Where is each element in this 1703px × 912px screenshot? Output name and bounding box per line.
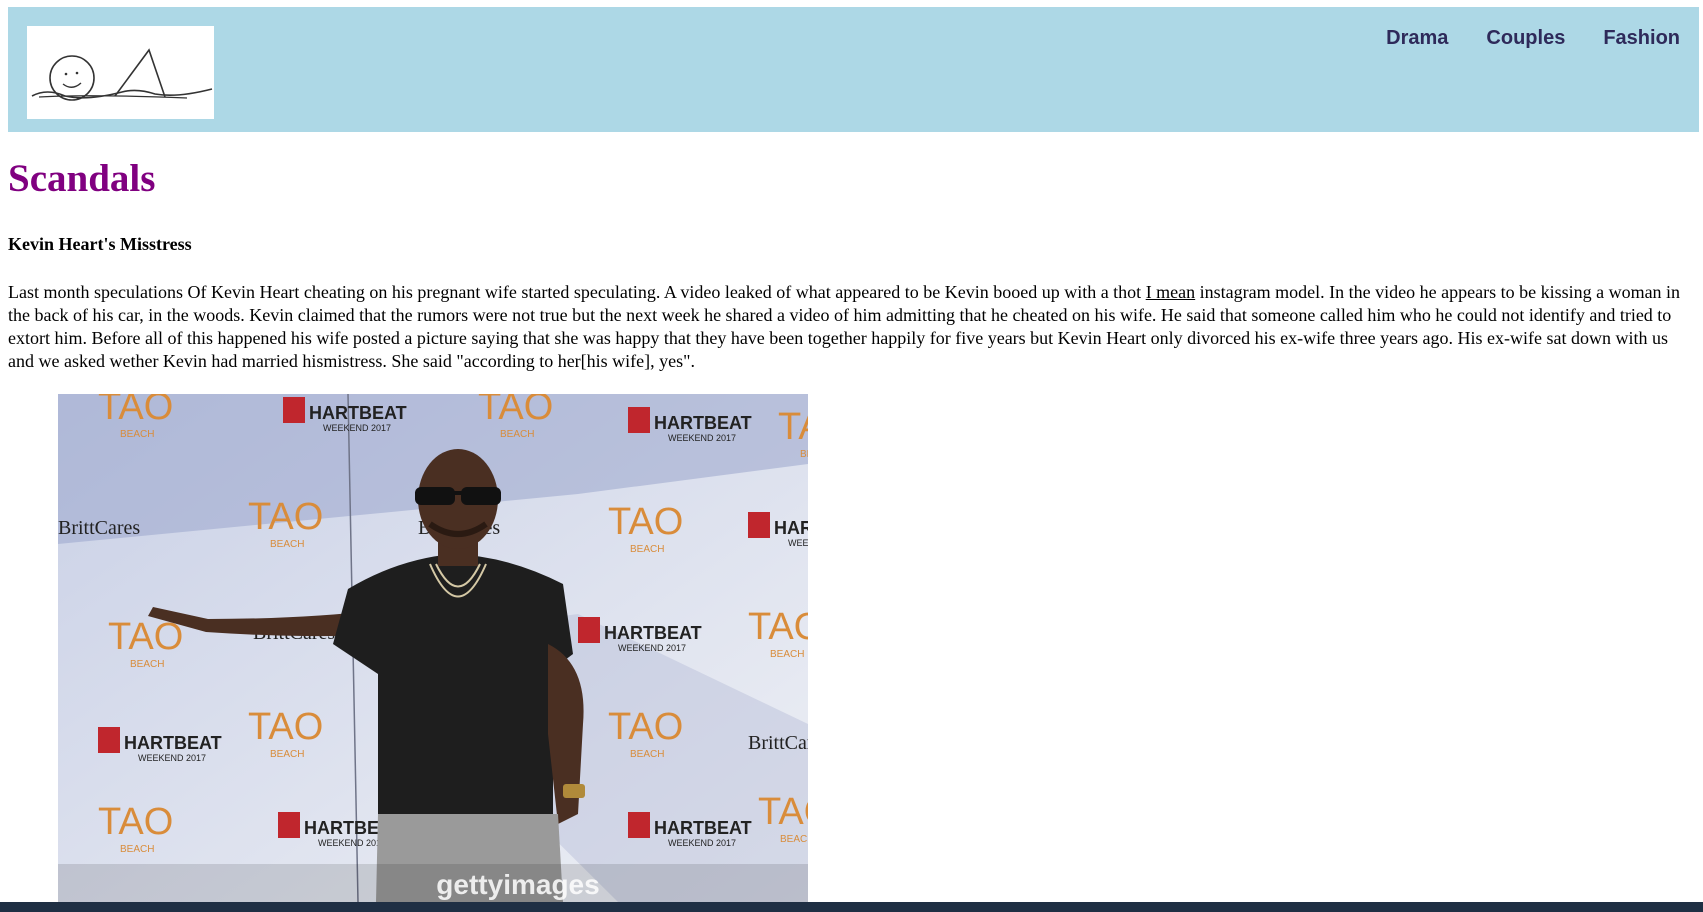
backdrop-logo-hartbeat: HARTBEAT: [124, 733, 222, 753]
page-title: Scandals: [8, 157, 156, 200]
article-title: Kevin Heart's Misstress: [8, 234, 192, 254]
backdrop-logo-beach: BEACH: [120, 844, 154, 855]
backdrop-logo-weekend: WEEKEND 2017: [618, 643, 686, 653]
backdrop-logo-weekend: WEEKEND 2017: [788, 538, 808, 548]
signature-logo-icon: [31, 48, 213, 101]
backdrop-logo-hartbeat: HARTBEAT: [309, 403, 407, 423]
backdrop-logo-hartbeat: HARTBEAT: [604, 623, 702, 643]
backdrop-logo-tao: TAO: [98, 801, 173, 843]
backdrop-logo-mark: [628, 407, 650, 433]
backdrop-logo-beach: BEACH: [630, 544, 664, 555]
article-inline-link[interactable]: I mean: [1146, 282, 1195, 302]
backdrop-logo-weekend: WEEKEND 2017: [323, 423, 391, 433]
bottom-bar: [0, 902, 1703, 912]
backdrop-logo-weekend: WEEKEND 2017: [668, 433, 736, 443]
backdrop-logo-beach: BEACH: [770, 649, 804, 660]
backdrop-logo-weekend: WEEKEND 2017: [668, 838, 736, 848]
backdrop-logo-tao: TAO: [478, 394, 553, 428]
backdrop-logo-hartbeat: HARTBEAT: [774, 518, 808, 538]
backdrop-logo-beach: BEACH: [500, 429, 534, 440]
backdrop-logo-brittcares: BrittCares: [748, 732, 808, 754]
site-header: Drama Couples Fashion: [8, 7, 1699, 132]
nav-link-drama[interactable]: Drama: [1386, 27, 1448, 50]
watermark-text: gettyimages: [436, 869, 599, 900]
article-photo: TAO BEACH HARTBEAT WEEKEND 2017 TAO BEACH HART…: [58, 394, 808, 902]
backdrop-logo-beach: BEACH: [270, 539, 304, 550]
nav-link-couples[interactable]: Couples: [1486, 27, 1565, 50]
backdrop-logo-beach: BEACH: [780, 834, 808, 845]
backdrop-logo-tao: TAO: [608, 706, 683, 748]
article-body: Last month speculations Of Kevin Heart c…: [8, 281, 1698, 373]
main-nav: Drama Couples Fashion: [1386, 27, 1680, 50]
photo-illustration: TAOBEACHHARTBEATWEEKEND 2017 TAOBEACHHART…: [58, 394, 808, 902]
backdrop-logo-mark: [748, 512, 770, 538]
site-logo[interactable]: [27, 26, 214, 119]
backdrop-logo-weekend: WEEKEND 2017: [138, 753, 206, 763]
backdrop-logo-tao: TAO: [98, 394, 173, 428]
backdrop-logo-weekend: WEEKEND 2017: [318, 838, 386, 848]
backdrop-logo-mark: [578, 617, 600, 643]
backdrop-logo-tao: TAO: [608, 501, 683, 543]
backdrop-logo-tao: TAO: [248, 706, 323, 748]
backdrop-logo-tao: TAO: [248, 496, 323, 538]
backdrop-logo-beach: BEACH: [270, 749, 304, 760]
backdrop-logo-mark: [278, 812, 300, 838]
backdrop-logo-mark: [98, 727, 120, 753]
nav-link-fashion[interactable]: Fashion: [1603, 27, 1680, 50]
backdrop-logo-beach: BEACH: [120, 429, 154, 440]
backdrop-logo-beach: BEACH: [130, 659, 164, 670]
backdrop-logo-beach: BEACH: [630, 749, 664, 760]
backdrop-logo-hartbeat: HARTBEAT: [654, 413, 752, 433]
backdrop-logo-brittcares: BrittCares: [58, 517, 140, 539]
backdrop-logo-tao: TAO: [778, 406, 808, 448]
backdrop-logo-mark: [283, 397, 305, 423]
backdrop-logo-tao: TAO: [758, 791, 808, 833]
article-body-text-1: Last month speculations Of Kevin Heart c…: [8, 282, 1146, 302]
backdrop-logo-mark: [628, 812, 650, 838]
backdrop-logo-beach: BEACH: [800, 449, 808, 460]
backdrop-logo-tao: TAO: [748, 606, 808, 648]
backdrop-logo-hartbeat: HARTBEAT: [654, 818, 752, 838]
